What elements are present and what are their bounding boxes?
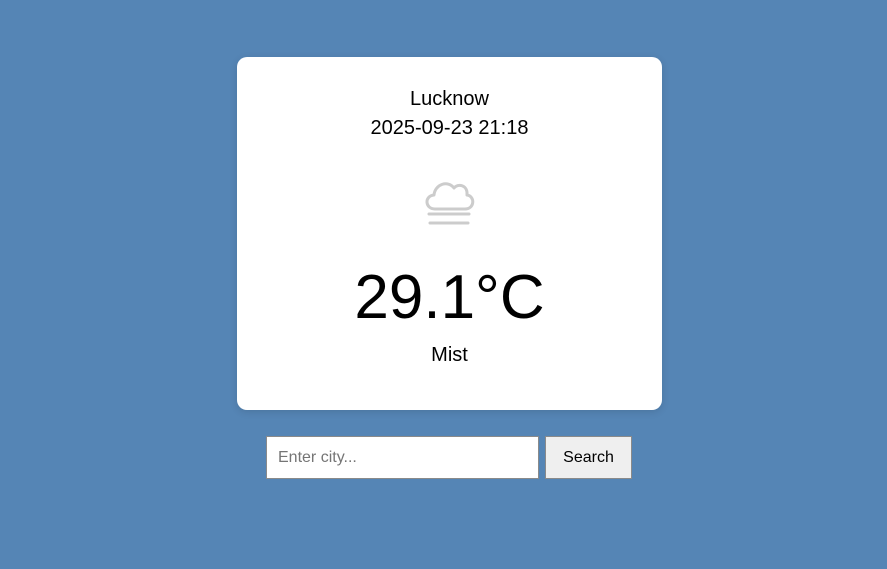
city-search-input[interactable] [266,436,539,479]
weather-description: Mist [431,344,468,366]
search-button[interactable]: Search [545,436,632,479]
mist-icon [425,182,475,225]
temperature: 29.1°C [354,263,545,332]
weather-card: Lucknow 2025-09-23 21:18 29.1°C Mist [237,57,662,410]
city-name: Lucknow [410,88,489,110]
local-datetime: 2025-09-23 21:18 [370,117,529,139]
